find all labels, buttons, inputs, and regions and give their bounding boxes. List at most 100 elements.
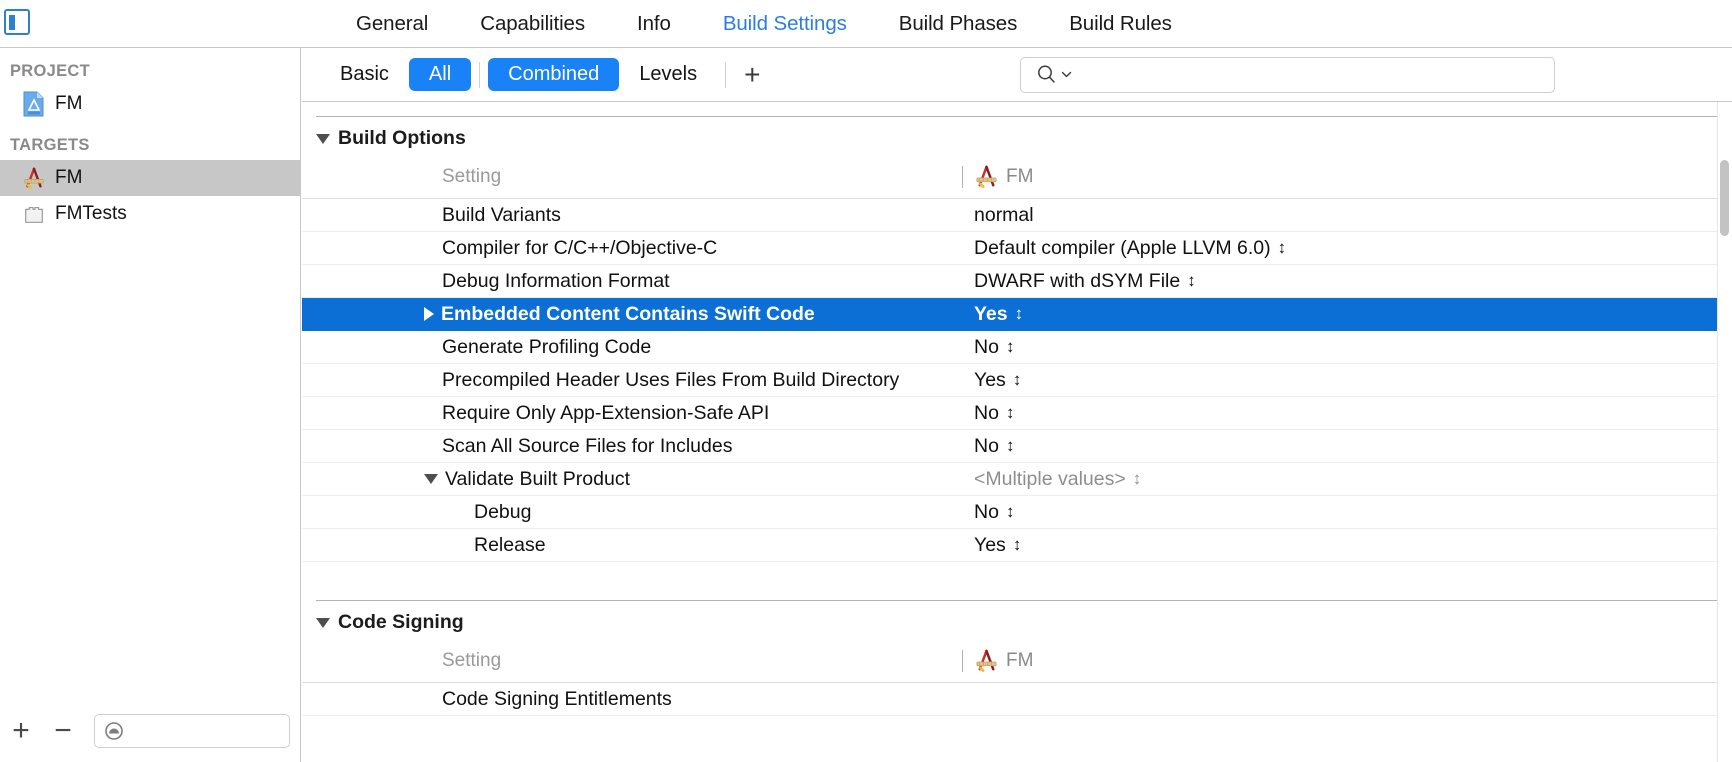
stepper-icon[interactable]: ↕ xyxy=(1006,337,1014,357)
table-column-header: Setting FM xyxy=(302,642,1732,683)
sidebar-item-project-fm[interactable]: FM xyxy=(0,86,300,122)
tab-build-phases[interactable]: Build Phases xyxy=(873,12,1043,36)
stepper-icon[interactable]: ↕ xyxy=(1006,436,1014,456)
setting-value-text: Yes xyxy=(974,302,1008,325)
xcode-test-bundle-icon xyxy=(25,206,43,223)
setting-name: Debug xyxy=(302,495,962,529)
setting-value-text: Yes xyxy=(974,533,1006,556)
project-targets-sidebar: PROJECT FM TARGETS FM FMTests + − xyxy=(0,48,301,762)
setting-value-text: No xyxy=(974,335,999,358)
section-header-code-signing[interactable]: Code Signing xyxy=(302,601,1732,642)
navigator-toggle-icon[interactable] xyxy=(4,9,30,35)
xcode-project-editor-window: General Capabilities Info Build Settings… xyxy=(0,0,1732,762)
sidebar-section-project: PROJECT xyxy=(10,62,91,80)
setting-value-text: No xyxy=(974,434,999,457)
setting-value[interactable]: No ↕ xyxy=(962,495,1732,529)
stepper-icon[interactable]: ↕ xyxy=(1013,370,1021,390)
section-title-label: Build Options xyxy=(338,127,466,149)
section-header-build-options[interactable]: Build Options xyxy=(302,117,1732,158)
filter-levels-button[interactable]: Levels xyxy=(619,58,717,91)
table-row[interactable]: Scan All Source Files for Includes No ↕ xyxy=(302,429,1732,463)
stepper-icon[interactable]: ↕ xyxy=(1133,469,1141,489)
setting-name-label: Validate Built Product xyxy=(445,467,630,490)
setting-value-text: Yes xyxy=(974,368,1006,391)
setting-value[interactable]: Default compiler (Apple LLVM 6.0) ↕ xyxy=(962,231,1732,265)
setting-value[interactable]: No ↕ xyxy=(962,396,1732,430)
search-icon xyxy=(1038,65,1056,83)
filter-basic-button[interactable]: Basic xyxy=(320,58,409,91)
vertical-scroll-track[interactable] xyxy=(1717,102,1732,762)
column-header-target: FM xyxy=(962,158,1732,199)
table-row[interactable]: Validate Built Product <Multiple values>… xyxy=(302,462,1732,496)
triangle-down-icon[interactable] xyxy=(316,617,330,628)
setting-value[interactable]: Yes ↕ xyxy=(962,363,1732,397)
sidebar-item-label: FM xyxy=(55,93,83,114)
triangle-down-icon[interactable] xyxy=(316,133,330,144)
setting-name: Build Variants xyxy=(302,198,962,232)
setting-value-text: No xyxy=(974,401,999,424)
sidebar-item-target-fm[interactable]: FM xyxy=(0,160,300,196)
xcode-target-app-icon xyxy=(24,167,44,190)
build-options-table: Setting FM Build Variants normal Compile… xyxy=(302,158,1732,562)
tab-build-rules[interactable]: Build Rules xyxy=(1043,12,1198,36)
table-row[interactable]: Generate Profiling Code No ↕ xyxy=(302,330,1732,364)
table-column-header: Setting FM xyxy=(302,158,1732,199)
xcode-target-app-icon xyxy=(976,165,997,189)
setting-value[interactable]: normal xyxy=(962,198,1732,232)
navigator-toggle-bar xyxy=(9,14,15,30)
vertical-scrollbar-thumb[interactable] xyxy=(1720,160,1729,236)
setting-value[interactable]: No ↕ xyxy=(962,429,1732,463)
setting-value-text: No xyxy=(974,500,999,523)
column-divider xyxy=(962,165,963,188)
setting-value[interactable]: Yes ↕ xyxy=(962,297,1732,331)
tab-info[interactable]: Info xyxy=(611,12,697,36)
table-row-selected[interactable]: Embedded Content Contains Swift Code Yes… xyxy=(302,297,1732,331)
sidebar-section-targets: TARGETS xyxy=(10,136,90,154)
setting-value-text: DWARF with dSYM File xyxy=(974,269,1181,292)
triangle-down-icon[interactable] xyxy=(424,474,438,484)
chevron-down-icon[interactable] xyxy=(1060,68,1073,81)
sidebar-item-target-fmtests[interactable]: FMTests xyxy=(0,196,300,232)
stepper-icon[interactable]: ↕ xyxy=(1006,403,1014,423)
stepper-icon[interactable]: ↕ xyxy=(1278,238,1286,258)
search-input[interactable] xyxy=(1020,56,1556,93)
triangle-right-icon[interactable] xyxy=(424,307,434,321)
remove-target-button[interactable]: − xyxy=(42,710,84,752)
stepper-icon[interactable]: ↕ xyxy=(1015,304,1023,324)
setting-value[interactable]: DWARF with dSYM File ↕ xyxy=(962,264,1732,298)
setting-value-text: <Multiple values> xyxy=(974,467,1126,490)
tab-capabilities[interactable]: Capabilities xyxy=(454,12,611,36)
section-title-label: Code Signing xyxy=(338,611,464,633)
sidebar-filter-field[interactable] xyxy=(94,714,290,748)
table-row[interactable]: Code Signing Entitlements xyxy=(302,682,1732,716)
setting-name: Scan All Source Files for Includes xyxy=(302,429,962,463)
column-header-setting: Setting xyxy=(302,642,962,683)
setting-value[interactable]: Yes ↕ xyxy=(962,528,1732,562)
sidebar-item-label: FM xyxy=(55,167,83,188)
table-row[interactable]: Compiler for C/C++/Objective-C Default c… xyxy=(302,231,1732,265)
filter-all-button[interactable]: All xyxy=(408,58,472,91)
table-row[interactable]: Build Variants normal xyxy=(302,198,1732,232)
table-row[interactable]: Debug Information Format DWARF with dSYM… xyxy=(302,264,1732,298)
stepper-icon[interactable]: ↕ xyxy=(1013,535,1021,555)
column-header-target: FM xyxy=(962,642,1732,683)
filter-combined-button[interactable]: Combined xyxy=(488,58,620,91)
tab-build-settings[interactable]: Build Settings xyxy=(697,12,873,36)
stepper-icon[interactable]: ↕ xyxy=(1006,502,1014,522)
setting-value[interactable]: No ↕ xyxy=(962,330,1732,364)
setting-value[interactable]: <Multiple values> ↕ xyxy=(962,462,1732,496)
table-row[interactable]: Require Only App-Extension-Safe API No ↕ xyxy=(302,396,1732,430)
tab-general[interactable]: General xyxy=(330,12,454,36)
setting-name-label: Embedded Content Contains Swift Code xyxy=(441,302,815,325)
add-target-button[interactable]: + xyxy=(0,710,42,752)
table-row[interactable]: Release Yes ↕ xyxy=(302,528,1732,562)
add-build-setting-button[interactable]: + xyxy=(734,60,770,89)
setting-name: Validate Built Product xyxy=(302,462,962,496)
setting-value[interactable] xyxy=(962,682,1732,716)
setting-value-text: Default compiler (Apple LLVM 6.0) xyxy=(974,236,1271,259)
table-row[interactable]: Precompiled Header Uses Files From Build… xyxy=(302,363,1732,397)
build-settings-pane: Basic All Combined Levels + Build Option… xyxy=(302,48,1732,762)
table-row[interactable]: Debug No ↕ xyxy=(302,495,1732,529)
setting-name: Release xyxy=(302,528,962,562)
stepper-icon[interactable]: ↕ xyxy=(1187,271,1195,291)
